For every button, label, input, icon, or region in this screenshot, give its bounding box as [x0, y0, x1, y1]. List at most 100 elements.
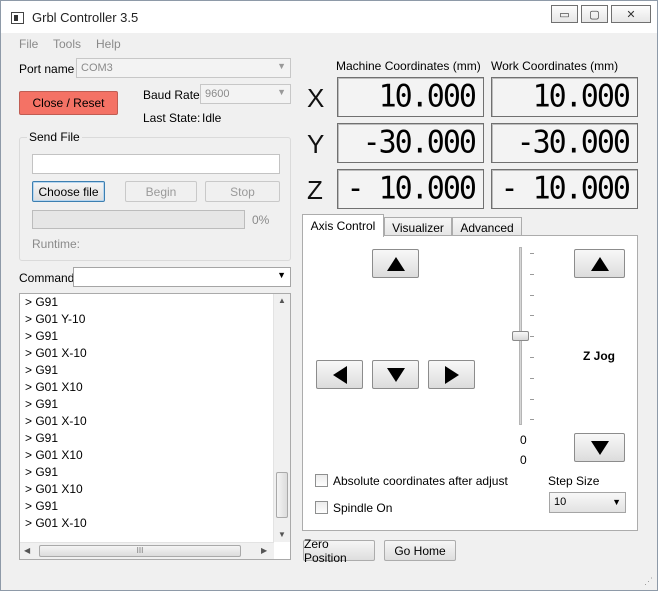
machine-z-display: - 10.000 [337, 169, 484, 209]
stop-button[interactable]: Stop [205, 181, 280, 202]
command-label: Command [19, 271, 75, 285]
send-progress-text: 0% [252, 213, 270, 227]
machine-coordinates-label: Machine Coordinates (mm) [336, 59, 481, 73]
spindle-on-checkbox[interactable] [315, 501, 328, 514]
console-line: > G91 [25, 499, 59, 513]
tab-axis-control[interactable]: Axis Control [302, 214, 384, 237]
console-line: > G01 X10 [25, 448, 83, 462]
scroll-left-icon[interactable]: ◀ [24, 546, 30, 555]
main-window: Grbl Controller 3.5 ▭ ▢ ✕ File Tools Hel… [0, 0, 658, 591]
slider-tick [530, 398, 534, 400]
close-reset-button[interactable]: Close / Reset [19, 91, 118, 115]
scroll-right-icon[interactable]: ▶ [261, 546, 267, 555]
z-jog-label: Z Jog [583, 349, 615, 363]
machine-x-value: 10.000 [378, 78, 477, 115]
console-vertical-scroll-thumb[interactable] [276, 472, 288, 518]
arrow-up-icon [386, 256, 405, 271]
work-coordinates-label: Work Coordinates (mm) [491, 59, 619, 73]
go-home-button[interactable]: Go Home [384, 540, 456, 561]
console-horizontal-scrollbar[interactable]: ◀ III ▶ [20, 542, 274, 559]
maximize-button[interactable]: ▢ [581, 5, 608, 23]
axis-x-label: X [307, 83, 325, 113]
close-window-button[interactable]: ✕ [611, 5, 651, 23]
machine-y-value: -30.000 [362, 124, 477, 161]
arrow-down-icon [386, 367, 405, 382]
choose-file-button[interactable]: Choose file [32, 181, 105, 202]
console-line: > G91 [25, 431, 59, 445]
jog-y-plus-button[interactable] [372, 249, 419, 278]
step-size-value: 10 [554, 496, 567, 508]
title-bar: Grbl Controller 3.5 ▭ ▢ ✕ [1, 1, 657, 33]
jog-z-plus-button[interactable] [574, 249, 625, 278]
zero-position-button[interactable]: Zero Position [303, 537, 375, 565]
console-line: > G91 [25, 329, 59, 343]
spindle-on-label: Spindle On [333, 501, 393, 515]
begin-button[interactable]: Begin [125, 181, 197, 202]
arrow-up-icon [590, 256, 609, 271]
menu-bar: File Tools Help [1, 34, 657, 54]
send-file-label: Send File [27, 130, 82, 144]
console-output[interactable]: > G91 > G01 Y-10 > G91 > G01 X-10 > G91 > G01… [19, 293, 291, 560]
last-state-value: Idle [202, 111, 222, 125]
maximize-icon: ▢ [589, 8, 600, 21]
console-line: > G01 X-10 [25, 346, 87, 360]
work-x-value: 10.000 [532, 78, 631, 115]
chevron-down-icon: ▼ [277, 87, 286, 97]
console-line: > G01 X-10 [25, 516, 87, 530]
scroll-down-icon[interactable]: ▼ [278, 530, 286, 539]
slider-tick [530, 294, 534, 296]
baud-rate-value: 9600 [205, 88, 230, 100]
console-line: > G01 X10 [25, 380, 83, 394]
close-icon: ✕ [626, 8, 636, 21]
axis-y-label: Y [307, 129, 325, 159]
slider-tick [530, 273, 534, 275]
feed-slider-handle[interactable] [512, 331, 529, 341]
minimize-icon: ▭ [559, 8, 570, 21]
send-progress-bar [32, 210, 245, 229]
scroll-up-icon[interactable]: ▲ [278, 296, 286, 305]
axis-z-label: Z [307, 175, 323, 205]
absolute-coordinates-checkbox[interactable] [315, 474, 328, 487]
jog-x-plus-button[interactable] [428, 360, 475, 389]
console-lines: > G91 > G01 Y-10 > G91 > G01 X-10 > G91 > G01… [20, 294, 290, 532]
console-line: > G91 [25, 295, 59, 309]
console-line: > G01 Y-10 [25, 312, 86, 326]
jog-y-minus-button[interactable] [372, 360, 419, 389]
slider-tick [530, 377, 534, 379]
jog-x-minus-button[interactable] [316, 360, 363, 389]
console-line: > G91 [25, 465, 59, 479]
port-name-select[interactable]: COM3 ▼ [76, 58, 291, 78]
chevron-down-icon: ▼ [277, 61, 286, 71]
slider-tick [530, 253, 534, 254]
slider-tick [530, 336, 534, 338]
console-vertical-scrollbar[interactable]: ▲ ▼ [273, 294, 290, 542]
minimize-button[interactable]: ▭ [551, 5, 578, 23]
machine-y-display: -30.000 [337, 123, 484, 163]
menu-tools[interactable]: Tools [53, 37, 81, 51]
slider-tick [530, 315, 534, 317]
port-name-label: Port name [19, 62, 75, 76]
file-path-field[interactable] [32, 154, 280, 174]
arrow-left-icon [332, 365, 347, 384]
slider-value-top: 0 [520, 433, 527, 447]
console-line: > G01 X-10 [25, 414, 87, 428]
menu-file[interactable]: File [19, 37, 38, 51]
last-state-label: Last State: [143, 111, 201, 125]
work-z-display: - 10.000 [491, 169, 638, 209]
command-input[interactable]: ▼ [73, 267, 291, 287]
menu-help[interactable]: Help [96, 37, 121, 51]
work-z-value: - 10.000 [500, 170, 631, 207]
console-line: > G91 [25, 363, 59, 377]
console-line: > G01 X10 [25, 482, 83, 496]
absolute-coordinates-label: Absolute coordinates after adjust [333, 474, 508, 488]
resize-grip-icon[interactable]: ⋰ [644, 576, 653, 587]
jog-z-minus-button[interactable] [574, 433, 625, 462]
machine-z-value: - 10.000 [346, 170, 477, 207]
console-horizontal-scroll-thumb[interactable]: III [39, 545, 241, 557]
baud-rate-label: Baud Rate [143, 88, 200, 102]
baud-rate-select[interactable]: 9600 ▼ [200, 84, 291, 104]
step-size-select[interactable]: 10 ▼ [549, 492, 626, 513]
slider-tick [530, 419, 534, 421]
window-title: Grbl Controller 3.5 [32, 10, 139, 25]
slider-tick [530, 357, 534, 358]
